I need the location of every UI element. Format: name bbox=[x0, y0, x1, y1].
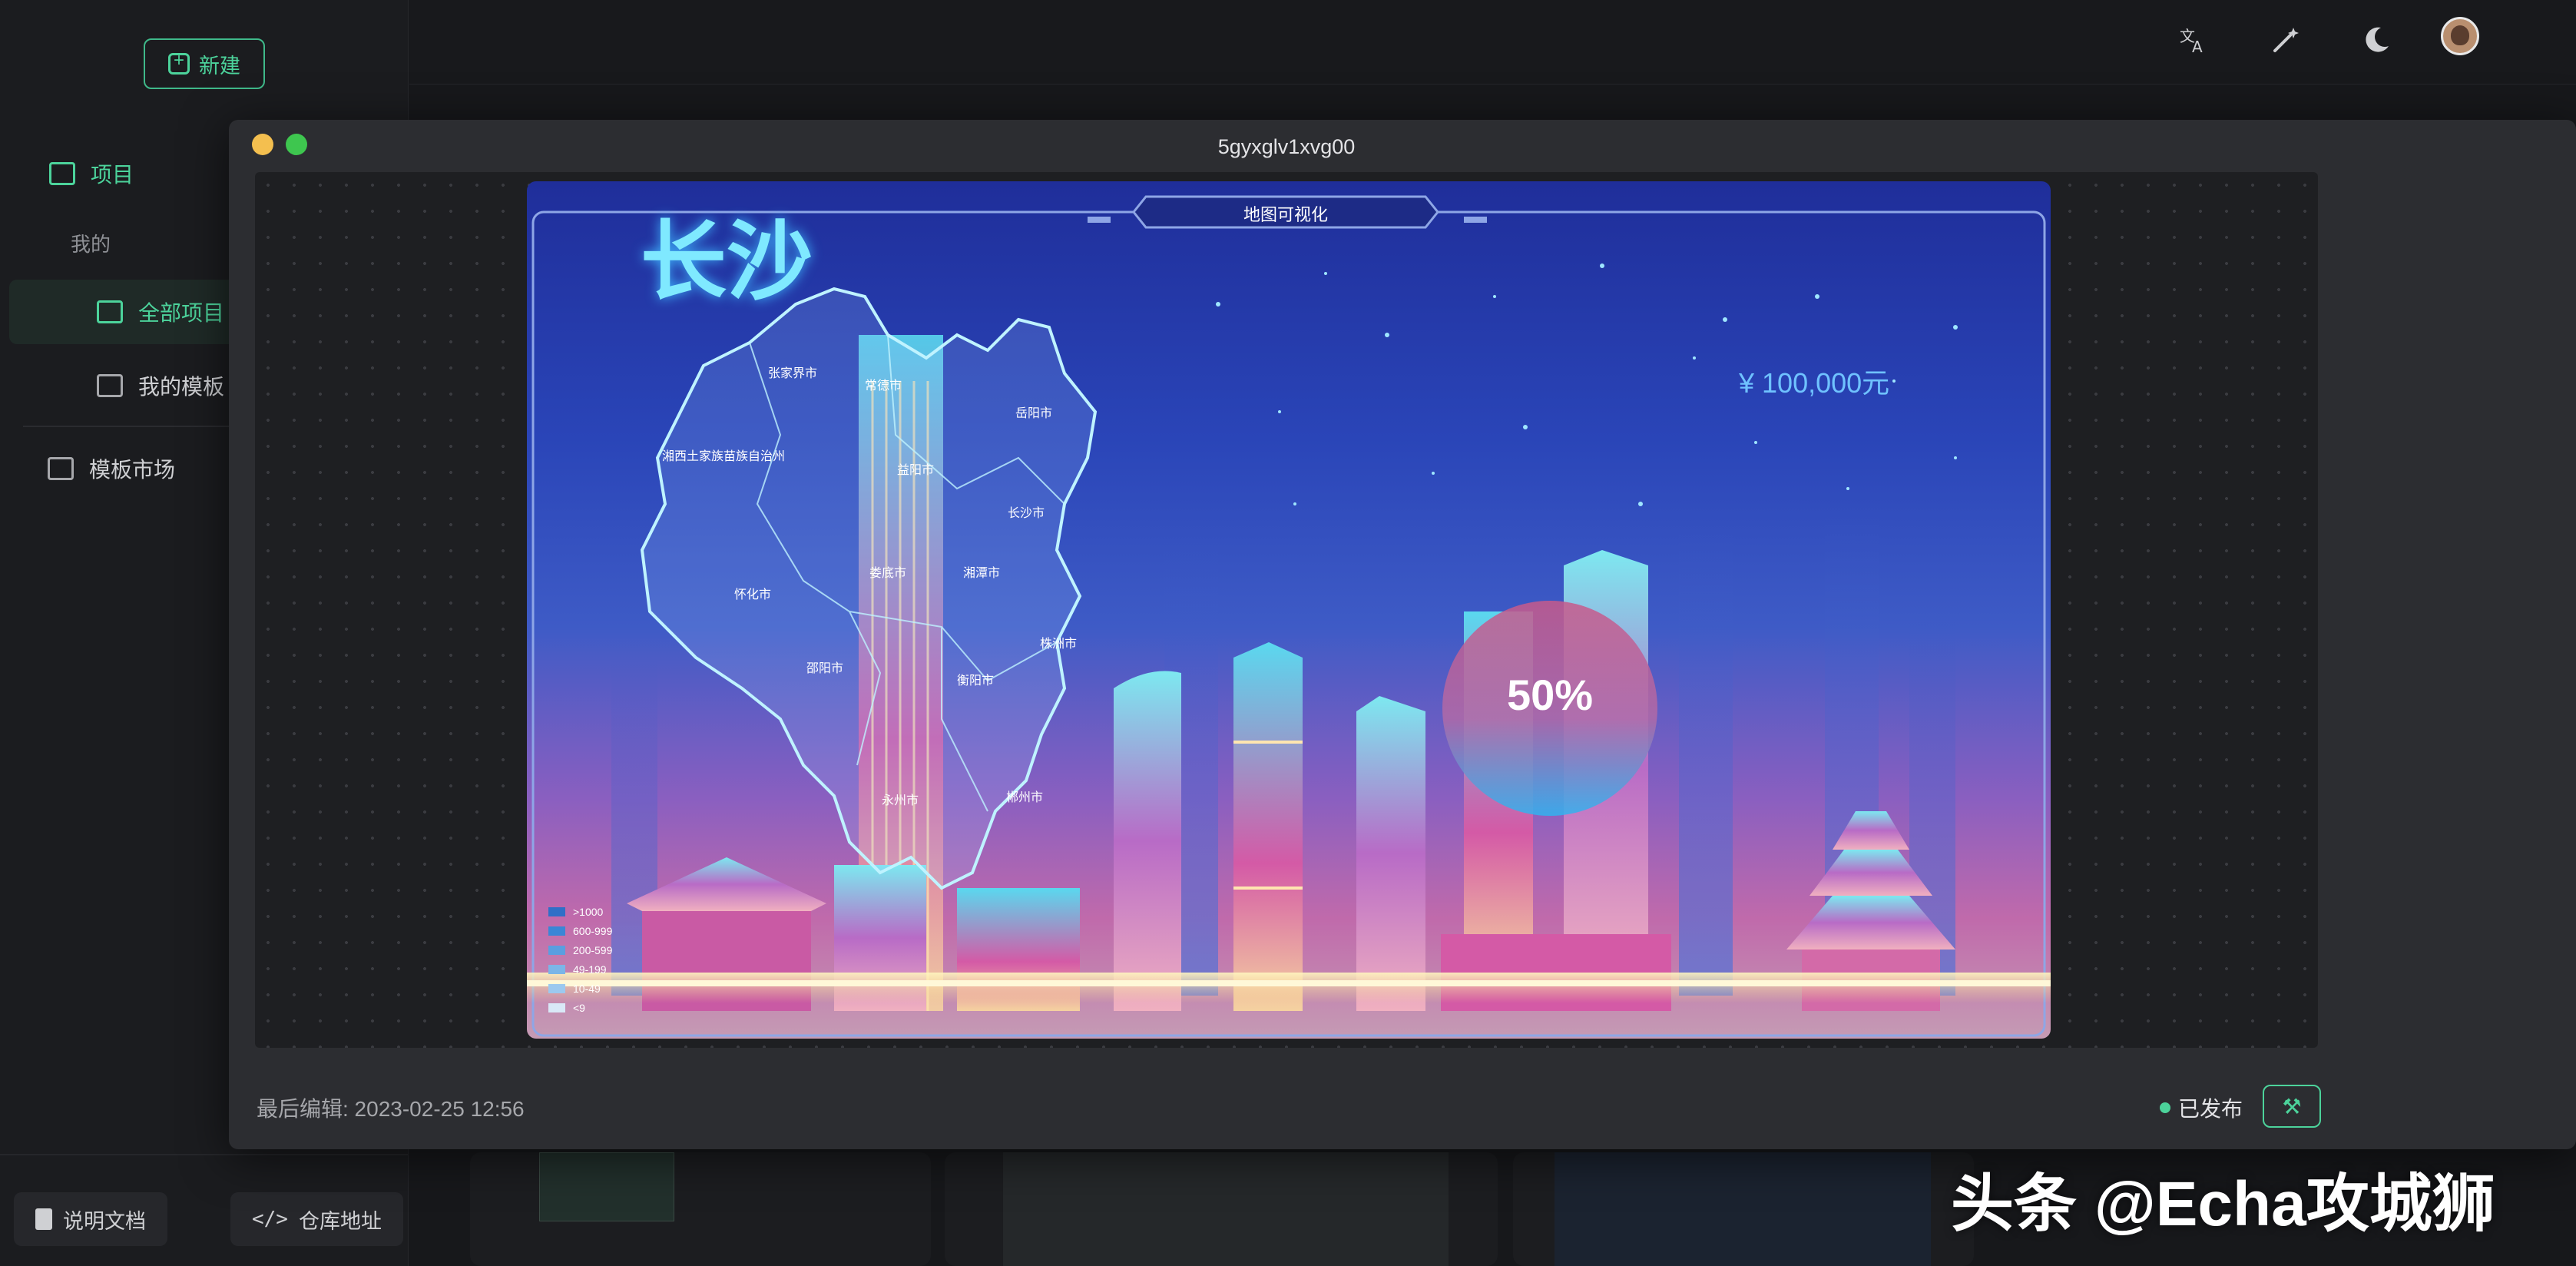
add-icon bbox=[168, 50, 190, 75]
legend-item: 10-49 bbox=[548, 979, 612, 998]
legend-item: 49-199 bbox=[548, 959, 612, 979]
percent-value: 50% bbox=[1506, 671, 1594, 719]
map-legend: >1000 600-999 200-599 49-199 10-49 <9 bbox=[548, 902, 612, 1017]
legend-label: 10-49 bbox=[573, 982, 601, 995]
map-label: 岳阳市 bbox=[1015, 407, 1053, 420]
legend-swatch bbox=[548, 945, 565, 955]
sidebar-group-mine: 我的 bbox=[71, 229, 111, 257]
title-deco bbox=[1464, 217, 1487, 223]
city-title: 长沙 bbox=[641, 211, 813, 312]
sidebar-item-label: 项目 bbox=[91, 163, 134, 187]
map-label: 张家界市 bbox=[768, 367, 818, 380]
dashboard-thumbnail bbox=[1555, 1152, 1931, 1266]
edit-hammer-button[interactable]: ⚒ bbox=[2263, 1085, 2321, 1128]
repo-label: 仓库地址 bbox=[298, 1209, 382, 1233]
legend-item: 200-599 bbox=[548, 940, 612, 959]
store-icon bbox=[48, 457, 74, 480]
legend-label: <9 bbox=[573, 1001, 585, 1014]
monitor-icon bbox=[97, 300, 123, 323]
project-card[interactable] bbox=[470, 1152, 931, 1266]
last-edit-time: 最后编辑: 2023-02-25 12:56 bbox=[257, 1097, 525, 1121]
template-icon bbox=[97, 374, 123, 397]
publish-status: 已发布 bbox=[2160, 1092, 2243, 1123]
ground-glow bbox=[527, 973, 2051, 1003]
visualization-preview[interactable]: 长沙 地图可视化 ¥ 100,000元 50% 张家界市 常德市 岳阳市 湘西土… bbox=[527, 181, 2051, 1039]
top-header bbox=[409, 0, 2576, 85]
modal-title: 5gyxglv1xvg00 bbox=[1217, 135, 1356, 158]
legend-swatch bbox=[548, 1003, 565, 1012]
map-label: 常德市 bbox=[865, 379, 902, 393]
sidebar-item-template-market[interactable]: 模板市场 bbox=[48, 453, 175, 484]
title-deco bbox=[1088, 217, 1111, 223]
amount-value: ¥ 100,000元 bbox=[1739, 367, 1890, 399]
legend-swatch bbox=[548, 926, 565, 936]
sidebar-item-my-templates[interactable]: 我的模板 bbox=[97, 370, 224, 401]
legend-item: >1000 bbox=[548, 902, 612, 921]
legend-item: <9 bbox=[548, 998, 612, 1017]
legend-label: >1000 bbox=[573, 905, 604, 918]
sidebar-bottom-divider bbox=[0, 1154, 409, 1155]
moon-icon[interactable] bbox=[2355, 18, 2398, 61]
map-label: 湘潭市 bbox=[963, 567, 1001, 580]
legend-label: 200-599 bbox=[573, 943, 613, 956]
sidebar-item-label: 全部项目 bbox=[138, 301, 225, 325]
legend-swatch bbox=[548, 964, 565, 974]
map-thumbnail bbox=[1003, 1152, 1449, 1266]
code-icon: </> bbox=[252, 1208, 288, 1231]
map-label: 株洲市 bbox=[1040, 638, 1078, 651]
status-label: 已发布 bbox=[2178, 1097, 2243, 1121]
svg-text:A: A bbox=[2192, 38, 2203, 55]
docs-label: 说明文档 bbox=[63, 1209, 146, 1233]
app-root: 新建 项目 我的 全部项目 我的模板 模板市场 说明文档 </> 仓库 bbox=[0, 0, 2576, 1266]
avatar[interactable] bbox=[2441, 17, 2479, 55]
legend-label: 49-199 bbox=[573, 963, 607, 976]
map-label: 湘西土家族苗族自治州 bbox=[662, 450, 786, 463]
project-card[interactable] bbox=[1513, 1152, 1974, 1266]
map-label: 长沙市 bbox=[1008, 507, 1045, 520]
project-card[interactable] bbox=[945, 1152, 1498, 1266]
map-label: 邵阳市 bbox=[806, 662, 844, 675]
sidebar-item-label: 我的模板 bbox=[138, 375, 225, 399]
map-label: 郴州市 bbox=[1006, 791, 1044, 804]
ground-line bbox=[527, 980, 2051, 986]
new-project-button[interactable]: 新建 bbox=[144, 38, 265, 89]
map-label: 怀化市 bbox=[734, 588, 772, 602]
legend-item: 600-999 bbox=[548, 921, 612, 940]
map-label: 娄底市 bbox=[869, 567, 907, 580]
watermark-text: 头条 @Echa攻城狮 bbox=[1951, 1169, 2495, 1239]
magic-wand-icon[interactable] bbox=[2264, 18, 2307, 61]
project-icon bbox=[49, 162, 75, 185]
sidebar-group-label: 我的 bbox=[71, 233, 111, 256]
legend-swatch bbox=[548, 906, 565, 916]
status-dot bbox=[2160, 1102, 2170, 1113]
map-label: 衡阳市 bbox=[957, 674, 995, 688]
new-button-label: 新建 bbox=[199, 54, 240, 78]
docs-button[interactable]: 说明文档 bbox=[14, 1192, 167, 1246]
map-label: 永州市 bbox=[882, 794, 919, 807]
preview-header-title: 地图可视化 bbox=[1243, 205, 1328, 224]
repo-button[interactable]: </> 仓库地址 bbox=[230, 1192, 403, 1246]
sidebar-item-label: 模板市场 bbox=[89, 458, 176, 482]
bar-chart-thumbnail bbox=[539, 1152, 674, 1221]
translate-icon[interactable]: 文A bbox=[2172, 18, 2215, 61]
document-icon bbox=[35, 1208, 52, 1230]
legend-swatch bbox=[548, 983, 565, 993]
map-label: 益阳市 bbox=[897, 464, 935, 477]
legend-label: 600-999 bbox=[573, 924, 613, 937]
sidebar-item-project[interactable]: 项目 bbox=[49, 158, 134, 189]
